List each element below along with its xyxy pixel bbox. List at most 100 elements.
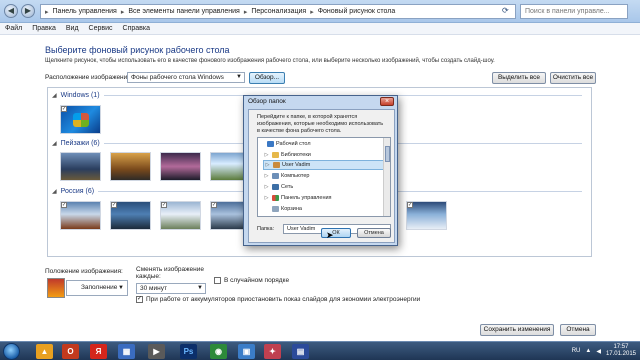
breadcrumb-item[interactable]: Все элементы панели управления [128, 8, 239, 15]
volume-icon[interactable]: ◀ [596, 348, 601, 355]
menu-file[interactable]: Файл [5, 23, 22, 34]
tree-item-selected[interactable]: ▷ User Vadim [263, 160, 387, 170]
wallpaper-thumb[interactable]: ✓ [60, 105, 101, 134]
recycle-bin-icon [272, 206, 279, 212]
wallpaper-thumb[interactable]: ✓ [60, 201, 101, 230]
scrollbar-thumb[interactable] [385, 146, 390, 162]
library-icon [272, 152, 279, 158]
chevron-right-icon: ▸ [243, 8, 248, 16]
user-folder-icon [273, 162, 280, 168]
folder-tree[interactable]: Рабочий стол ▷ Библиотеки ▷ User Vadim ▷… [257, 137, 391, 217]
wallpaper-thumb[interactable]: ✓ [110, 201, 151, 230]
tree-item[interactable]: ▷ Панель управления [263, 193, 387, 203]
dialog-cancel-button[interactable]: Отмена [357, 228, 391, 238]
close-icon[interactable]: × [380, 97, 394, 106]
desktop-icon [267, 141, 274, 147]
expand-icon[interactable]: ▷ [264, 160, 271, 170]
select-all-button[interactable]: Выделить все [492, 72, 546, 84]
cancel-button[interactable]: Отмена [560, 324, 596, 336]
expand-icon[interactable]: ▷ [263, 193, 270, 203]
position-label: Положение изображения: [45, 268, 123, 275]
folder-label: Папка: [257, 226, 275, 232]
window-icon[interactable]: ▣ [238, 344, 255, 359]
menu-bar: Файл Правка Вид Сервис Справка [0, 23, 640, 35]
checkbox-box[interactable]: ✓ [136, 296, 143, 303]
shuffle-checkbox[interactable]: В случайном порядке [214, 277, 289, 284]
file-manager-icon[interactable]: ▦ [118, 344, 135, 359]
tree-scrollbar[interactable] [383, 138, 390, 216]
language-indicator[interactable]: RU [572, 348, 581, 354]
expand-icon[interactable]: ▷ [263, 182, 270, 192]
app-icon[interactable]: ▲ [36, 344, 53, 359]
tree-item[interactable]: ▷ Библиотеки [263, 150, 387, 160]
tree-item[interactable]: ▷ Компьютер [263, 171, 387, 181]
page-title: Выберите фоновый рисунок рабочего стола [45, 45, 230, 55]
position-preview [47, 278, 65, 298]
location-select[interactable]: Фоны рабочего стола Windows ▼ [127, 72, 245, 83]
app-icon[interactable]: ✦ [264, 344, 281, 359]
thumb-checkbox[interactable]: ✓ [211, 202, 217, 208]
expand-icon[interactable]: ▷ [263, 150, 270, 160]
network-icon[interactable]: ▲ [585, 348, 591, 354]
checkbox-box[interactable] [214, 277, 221, 284]
expand-icon[interactable]: ▷ [263, 171, 270, 181]
media-icon[interactable]: ▶ [148, 344, 165, 359]
forward-button[interactable]: ▶ [21, 4, 35, 18]
tree-item[interactable]: ▷ Сеть [263, 182, 387, 192]
collapse-icon: ◢ [52, 141, 57, 147]
clock-date: 17.01.2015 [605, 351, 636, 357]
position-value: Заполнение [81, 284, 118, 291]
address-bar[interactable]: ▸ Панель управления ▸ Все элементы панел… [40, 4, 516, 19]
thumb-checkbox[interactable]: ✓ [161, 202, 167, 208]
clock[interactable]: 17:57 17.01.2015 [606, 344, 636, 358]
wallpaper-thumb[interactable]: ✓ [160, 201, 201, 230]
photoshop-icon[interactable]: Ps [180, 344, 197, 359]
menu-edit[interactable]: Правка [32, 23, 56, 34]
clear-all-button[interactable]: Очистить все [550, 72, 596, 84]
collapse-icon: ◢ [52, 93, 57, 99]
group-title: Пейзажи (6) [60, 140, 100, 147]
wallpaper-thumb[interactable]: ✓ [406, 201, 447, 230]
tree-item[interactable]: Корзина [263, 204, 387, 214]
interval-value: 30 минут [140, 285, 167, 292]
tree-item[interactable]: Рабочий стол [258, 139, 382, 149]
refresh-icon[interactable]: ⟳ [502, 6, 509, 15]
interval-label: Сменять изображение каждые: [136, 266, 204, 280]
thumb-checkbox[interactable]: ✓ [61, 202, 67, 208]
start-button[interactable] [3, 343, 20, 360]
position-select[interactable]: Заполнение ▼ [66, 280, 128, 296]
control-panel-icon[interactable]: ▤ [292, 344, 309, 359]
menu-help[interactable]: Справка [123, 23, 150, 34]
control-panel-window: ◀ ▶ ▸ Панель управления ▸ Все элементы п… [0, 0, 640, 341]
back-button[interactable]: ◀ [4, 4, 18, 18]
browse-button[interactable]: Обзор... [249, 72, 285, 84]
tree-item-label: Рабочий стол [276, 141, 311, 147]
breadcrumb-item[interactable]: Персонализация [251, 8, 306, 15]
menu-view[interactable]: Вид [66, 23, 79, 34]
chevron-down-icon: ▼ [118, 285, 124, 291]
chevron-right-icon: ▸ [310, 8, 314, 16]
interval-select[interactable]: 30 минут ▼ [136, 283, 206, 294]
menu-tools[interactable]: Сервис [89, 23, 113, 34]
location-label: Расположение изображения: [45, 74, 133, 81]
thumb-checkbox[interactable]: ✓ [111, 202, 117, 208]
control-panel-icon [272, 195, 279, 201]
wallpaper-thumb[interactable] [60, 152, 101, 181]
wallpaper-thumb[interactable] [160, 152, 201, 181]
save-changes-button[interactable]: Сохранить изменения [480, 324, 554, 336]
chrome-icon[interactable]: ◉ [210, 344, 227, 359]
browser-icon[interactable]: O [62, 344, 79, 359]
wallpaper-thumb[interactable] [110, 152, 151, 181]
battery-label: При работе от аккумуляторов приостановит… [146, 296, 421, 303]
group-title: Россия (6) [60, 188, 95, 195]
clock-time: 17:57 [613, 344, 629, 350]
yandex-icon[interactable]: Я [90, 344, 107, 359]
folder-icon: ▸ [45, 8, 49, 16]
thumb-checkbox[interactable]: ✓ [61, 106, 67, 112]
search-input[interactable]: Поиск в панели управле... [520, 4, 628, 19]
battery-checkbox[interactable]: ✓ При работе от аккумуляторов приостанов… [136, 296, 420, 303]
breadcrumb-item[interactable]: Фоновый рисунок стола [318, 8, 396, 15]
breadcrumb-item[interactable]: Панель управления [53, 8, 117, 15]
thumb-checkbox[interactable]: ✓ [407, 202, 413, 208]
address-toolbar: ◀ ▶ ▸ Панель управления ▸ Все элементы п… [0, 0, 640, 23]
